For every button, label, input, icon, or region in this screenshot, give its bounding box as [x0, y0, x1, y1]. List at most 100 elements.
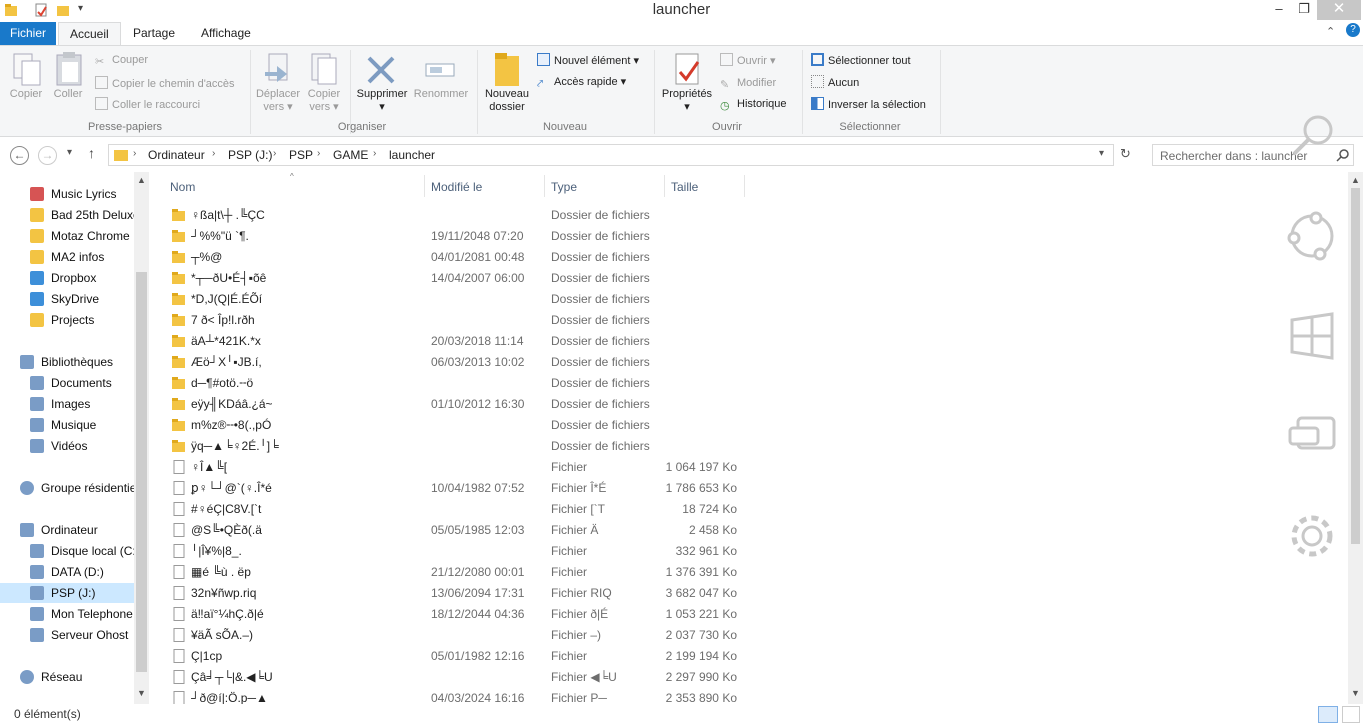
nav-item[interactable]: Vidéos [0, 436, 134, 456]
nav-item[interactable]: Images [0, 394, 134, 414]
rename-button[interactable]: Renommer [410, 88, 472, 101]
help-icon[interactable]: ? [1346, 23, 1360, 37]
up-button[interactable]: ↑ [88, 145, 95, 161]
table-row[interactable]: #♀éÇ|C8V.[`t Fichier [`T 18 724 Ko [152, 499, 852, 520]
nav-scrollbar-thumb[interactable] [136, 272, 147, 672]
start-charm-icon[interactable] [1286, 310, 1338, 362]
tab-share[interactable]: Partage [122, 22, 186, 45]
breadcrumb-separator[interactable]: › [212, 148, 215, 159]
nav-item[interactable]: Ordinateur [0, 520, 134, 540]
table-row[interactable]: Ç|1cp 05/01/1982 12:16 Fichier 2 199 194 Ko [152, 646, 852, 667]
table-row[interactable]: ┘ð@í|:Ö.p─▲ 04/03/2024 16:16 Fichier P─ 2 3… [152, 688, 852, 704]
scroll-down-icon[interactable]: ▼ [1351, 688, 1360, 698]
nav-scrollbar[interactable]: ▲ ▼ [134, 172, 149, 704]
table-row[interactable]: äA┴*421K.*x 20/03/2018 11:14 Dossier de fi… [152, 331, 852, 352]
table-row[interactable]: ÿq─▲╘♀2É.╵]╘ Dossier de fichiers [152, 436, 852, 457]
column-divider[interactable] [424, 175, 425, 197]
large-icons-view-icon[interactable] [1342, 706, 1360, 723]
delete-button[interactable]: Supprimer ▾ [352, 88, 412, 114]
open-button[interactable]: Ouvrir ▾ [720, 53, 776, 68]
table-row[interactable]: 7 ð< Îp!l.rðh Dossier de fichiers [152, 310, 852, 331]
table-row[interactable]: *┬─ðU•É┤▪õê 14/04/2007 06:00 Dossier de fi… [152, 268, 852, 289]
breadcrumb-psp[interactable]: PSP [289, 148, 313, 162]
table-row[interactable]: 32n¥ñwp.riq 13/06/2094 17:31 Fichier RIQ 3 … [152, 583, 852, 604]
table-row[interactable]: ꝑ♀└┘@`(♀.Î*é 10/04/1982 07:52 Fichier Î*É 1… [152, 478, 852, 499]
table-row[interactable]: d─¶#otö.╌ö Dossier de fichiers [152, 373, 852, 394]
forward-button[interactable]: → [38, 146, 57, 165]
column-header-modified[interactable]: Modifié le [431, 180, 482, 194]
tab-view[interactable]: Affichage [190, 22, 262, 45]
nav-item[interactable]: Bibliothèques [0, 352, 134, 372]
history-button[interactable]: ◷ Historique [720, 97, 787, 112]
nav-item[interactable]: Disque local (C:) [0, 541, 140, 561]
properties-button[interactable]: Propriétés ▾ [658, 88, 716, 114]
breadcrumb-psp-drive[interactable]: PSP (J:) [228, 148, 272, 162]
close-button[interactable]: ✕ [1317, 0, 1361, 20]
cut-button[interactable]: ✂ Couper [95, 53, 148, 68]
table-row[interactable]: ♀ßa|t\┼ .╚ÇC Dossier de fichiers [152, 205, 852, 226]
table-row[interactable]: Çâ╛┬└|&.◀╘U Fichier ◀╘U 2 297 990 Ko [152, 667, 852, 688]
nav-item[interactable]: Réseau [0, 667, 134, 687]
table-row[interactable]: ♀Î▲╚[Fichier 1 064 197 Ko [152, 457, 852, 478]
search-charm-icon[interactable] [1286, 112, 1338, 164]
copy-path-button[interactable]: Copier le chemin d'accès [95, 76, 235, 91]
table-row[interactable]: m%z®╌•8(.,pÓ Dossier de fichiers [152, 415, 852, 436]
nav-item[interactable]: MA2 infos [0, 247, 134, 267]
move-to-button[interactable]: Déplacer vers ▾ [252, 88, 304, 114]
new-folder-button[interactable]: Nouveau dossier [481, 88, 533, 114]
table-row[interactable]: eÿy╢KDáâ.¿á~ 01/10/2012 16:30 Dossier de f… [152, 394, 852, 415]
refresh-icon[interactable]: ↻ [1120, 146, 1131, 162]
nav-item[interactable]: Dropbox [0, 268, 134, 288]
edit-button[interactable]: ✎ Modifier [720, 76, 776, 91]
nav-item[interactable]: Groupe résidentiel [0, 478, 139, 498]
breadcrumb-launcher[interactable]: launcher [389, 148, 435, 162]
nav-item[interactable]: SkyDrive [0, 289, 134, 309]
table-row[interactable]: ä‼aï°¼hÇ.ð|é 18/12/2044 04:36 Fichier ð|É 1… [152, 604, 852, 625]
table-row[interactable]: ▦é ╚ù . ëp 21/12/2080 00:01 Fichier 1 376 3… [152, 562, 852, 583]
breadcrumb-separator[interactable]: › [373, 148, 376, 159]
invert-selection-button[interactable]: Inverser la sélection [811, 97, 926, 112]
table-row[interactable]: *D,J(Q|É.ÉÕí Dossier de fichiers [152, 289, 852, 310]
address-dropdown-icon[interactable]: ▾ [1099, 148, 1104, 159]
select-none-button[interactable]: Aucun [811, 75, 859, 90]
scroll-up-icon[interactable]: ▲ [1351, 175, 1360, 185]
table-row[interactable]: ┘%%"ü `¶. 19/11/2048 07:20 Dossier de fich… [152, 226, 852, 247]
select-all-button[interactable]: Sélectionner tout [811, 53, 911, 68]
table-row[interactable]: Æö┘X╵▪JB.í, 06/03/2013 10:02 Dossier de fi… [152, 352, 852, 373]
nav-item[interactable]: Motaz Chrome [0, 226, 134, 246]
collapse-ribbon-icon[interactable]: ⌃ [1326, 25, 1335, 38]
nav-item[interactable]: Documents [0, 373, 134, 393]
list-scrollbar[interactable]: ▲ ▼ [1348, 172, 1363, 704]
list-scrollbar-thumb[interactable] [1351, 188, 1360, 544]
breadcrumb-separator[interactable]: › [317, 148, 320, 159]
copy-button[interactable]: Copier [6, 88, 46, 101]
tab-file[interactable]: Fichier [0, 22, 56, 45]
scroll-down-icon[interactable]: ▼ [137, 688, 146, 698]
new-item-button[interactable]: Nouvel élément ▾ [537, 53, 639, 68]
nav-item[interactable]: Mon Telephone [0, 604, 134, 624]
share-charm-icon[interactable] [1286, 210, 1338, 262]
breadcrumb-computer[interactable]: Ordinateur [148, 148, 205, 162]
column-header-name[interactable]: Nom [170, 180, 195, 194]
recent-locations-icon[interactable]: ▾ [67, 147, 72, 158]
column-divider[interactable] [664, 175, 665, 197]
breadcrumb-game[interactable]: GAME [333, 148, 368, 162]
maximize-button[interactable]: ❐ [1289, 0, 1319, 20]
copy-to-button[interactable]: Copier vers ▾ [302, 88, 346, 114]
nav-item[interactable]: Bad 25th Deluxe [0, 205, 140, 225]
devices-charm-icon[interactable] [1286, 410, 1338, 462]
nav-item[interactable]: Musique [0, 415, 134, 435]
breadcrumb-separator[interactable]: › [133, 148, 136, 159]
easy-access-button[interactable]: ⤤ Accès rapide ▾ [537, 75, 626, 90]
table-row[interactable]: ╵|Î¥%|8_. Fichier 332 961 Ko [152, 541, 852, 562]
details-view-icon[interactable] [1318, 706, 1338, 723]
scroll-up-icon[interactable]: ▲ [137, 175, 146, 185]
column-header-size[interactable]: Taille [671, 180, 698, 194]
back-button[interactable]: ← [10, 146, 29, 165]
paste-shortcut-button[interactable]: Coller le raccourci [95, 97, 200, 112]
nav-item[interactable]: Projects [0, 310, 134, 330]
paste-button[interactable]: Coller [48, 88, 88, 101]
column-divider[interactable] [744, 175, 745, 197]
nav-item[interactable]: Serveur Ohost [0, 625, 134, 645]
table-row[interactable]: ┬%@ 04/01/2081 00:48 Dossier de fichiers [152, 247, 852, 268]
